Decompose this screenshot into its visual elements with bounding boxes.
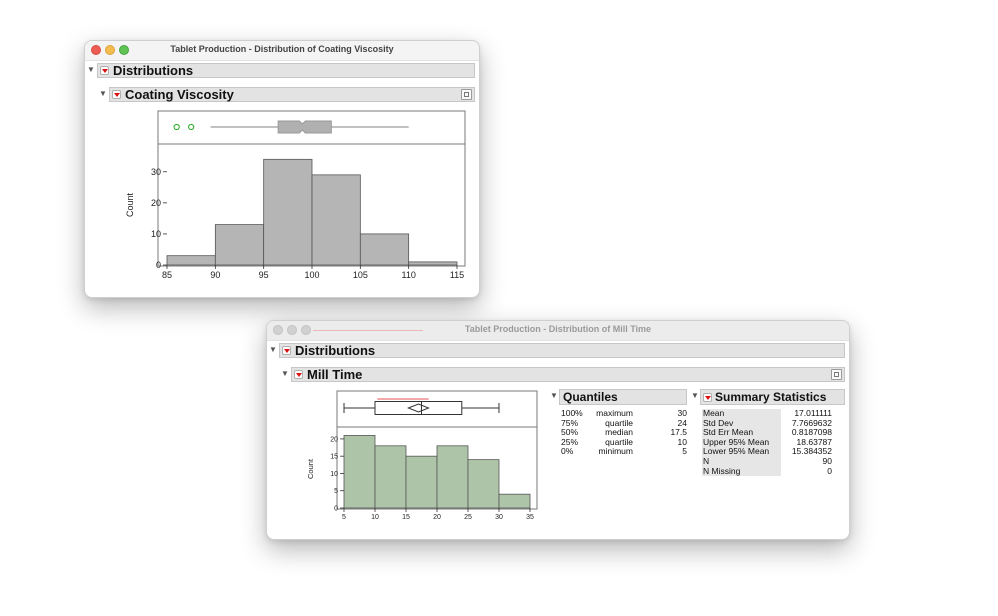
mill-time-header[interactable]: Mill Time	[291, 367, 845, 382]
x-tick-label: 100	[304, 270, 319, 280]
histogram-bar[interactable]	[467, 459, 500, 509]
quantile-value: 10	[677, 436, 687, 447]
mill-time-histogram: 05101520 5 10 15 20 25 30 35 Count	[306, 390, 538, 521]
x-tick-label: 30	[495, 514, 503, 521]
quantile-value: 5	[682, 446, 687, 457]
x-tick-label: 15	[402, 514, 410, 521]
boxplot-box[interactable]	[277, 120, 332, 134]
x-tick-label: 5	[342, 514, 346, 521]
y-tick-label: 20	[151, 198, 161, 208]
title-bar: Tablet Production - Distribution of Coat…	[85, 41, 479, 61]
y-tick-label: 5	[334, 488, 338, 495]
display-options-icon[interactable]	[461, 89, 472, 100]
red-triangle-menu-icon[interactable]	[112, 90, 121, 99]
x-tick-label: 35	[526, 514, 534, 521]
disclosure-triangle-icon[interactable]: ▼	[281, 369, 289, 378]
quantiles-header[interactable]: Quantiles	[559, 389, 687, 405]
mill-time-window: Tablet Production - Distribution of Mill…	[266, 320, 850, 540]
y-tick-label: 10	[330, 471, 338, 478]
histogram-bar[interactable]	[166, 255, 216, 266]
y-tick-label: 0	[156, 260, 161, 270]
histogram-bar[interactable]	[436, 445, 469, 509]
histogram-bar[interactable]	[214, 224, 265, 266]
summary-statistics-table: Mean 17.011111 Std Dev 7.7669632 Std Err Mea…	[702, 408, 832, 477]
x-tick-label: 105	[353, 270, 368, 280]
window-title: Tablet Production - Distribution of Mill…	[464, 324, 652, 334]
disclosure-triangle-icon[interactable]: ▼	[269, 345, 277, 354]
x-tick-label: 115	[450, 270, 464, 280]
summary-row: N Missing 0	[702, 465, 832, 477]
quantiles-table: 100% maximum 30 75% quartile 24 50% median 17.5 2…	[561, 408, 687, 457]
y-axis-label: Count	[306, 458, 315, 479]
red-triangle-menu-icon[interactable]	[282, 346, 291, 355]
red-triangle-menu-icon[interactable]	[100, 66, 109, 75]
section-title: Coating Viscosity	[125, 87, 234, 102]
x-tick-label: 90	[210, 270, 220, 280]
histogram-bar[interactable]	[343, 435, 376, 509]
coating-viscosity-header[interactable]: Coating Viscosity	[109, 87, 475, 102]
outline-title: Distributions	[295, 343, 376, 358]
y-axis-label: Count	[125, 193, 135, 218]
summary-label: Lower 95% Mean	[702, 447, 781, 457]
histogram-bar[interactable]	[263, 158, 313, 266]
quantile-label: minimum	[598, 446, 633, 457]
summary-row: Lower 95% Mean 15.384352	[702, 447, 832, 457]
distributions-outline-header[interactable]: Distributions	[279, 343, 845, 358]
y-tick-label: 30	[151, 167, 161, 177]
window-title: Tablet Production - Distribution of Coat…	[170, 44, 394, 54]
histogram-bar[interactable]	[408, 261, 458, 266]
boxplot-box[interactable]	[374, 401, 463, 415]
disclosure-triangle-icon[interactable]: ▼	[691, 391, 699, 400]
quantile-row: 0% minimum 5	[561, 447, 687, 457]
red-triangle-menu-icon[interactable]	[703, 393, 712, 402]
summary-value: 90	[822, 455, 832, 466]
y-tick-label: 10	[151, 229, 161, 239]
y-tick-label: 15	[330, 454, 338, 461]
histogram-bar[interactable]	[311, 174, 361, 266]
histogram-bar[interactable]	[405, 455, 438, 509]
quantiles-title: Quantiles	[563, 390, 618, 404]
summary-statistics-title: Summary Statistics	[715, 390, 827, 404]
distributions-outline-header[interactable]: Distributions	[97, 63, 475, 78]
summary-label: N Missing	[702, 466, 781, 477]
summary-statistics-header[interactable]: Summary Statistics	[700, 389, 845, 405]
disclosure-triangle-icon[interactable]: ▼	[550, 391, 558, 400]
x-tick-label: 10	[371, 514, 379, 521]
x-tick-label: 95	[259, 270, 269, 280]
quantile-percent: 0%	[561, 446, 574, 457]
x-tick-label: 110	[401, 270, 415, 280]
outline-title: Distributions	[113, 63, 194, 78]
section-title: Mill Time	[307, 367, 363, 382]
coating-viscosity-histogram: 0 10 20 30 85 90 95 100 105 110 115 Count	[125, 110, 466, 280]
y-tick-label: 0	[334, 505, 338, 512]
x-tick-label: 85	[162, 270, 172, 280]
disclosure-triangle-icon[interactable]: ▼	[99, 89, 107, 98]
summary-value: 0	[827, 465, 832, 476]
histogram-bar[interactable]	[498, 493, 531, 509]
histogram-bar[interactable]	[374, 445, 407, 509]
disclosure-triangle-icon[interactable]: ▼	[87, 65, 95, 74]
x-tick-label: 20	[433, 514, 441, 521]
title-bar: Tablet Production - Distribution of Mill…	[267, 321, 849, 341]
red-triangle-menu-icon[interactable]	[294, 370, 303, 379]
x-tick-label: 25	[464, 514, 472, 521]
display-options-icon[interactable]	[831, 369, 842, 380]
y-tick-label: 20	[330, 436, 338, 443]
histogram-bar[interactable]	[359, 233, 410, 266]
coating-viscosity-window: Tablet Production - Distribution of Coat…	[84, 40, 480, 298]
